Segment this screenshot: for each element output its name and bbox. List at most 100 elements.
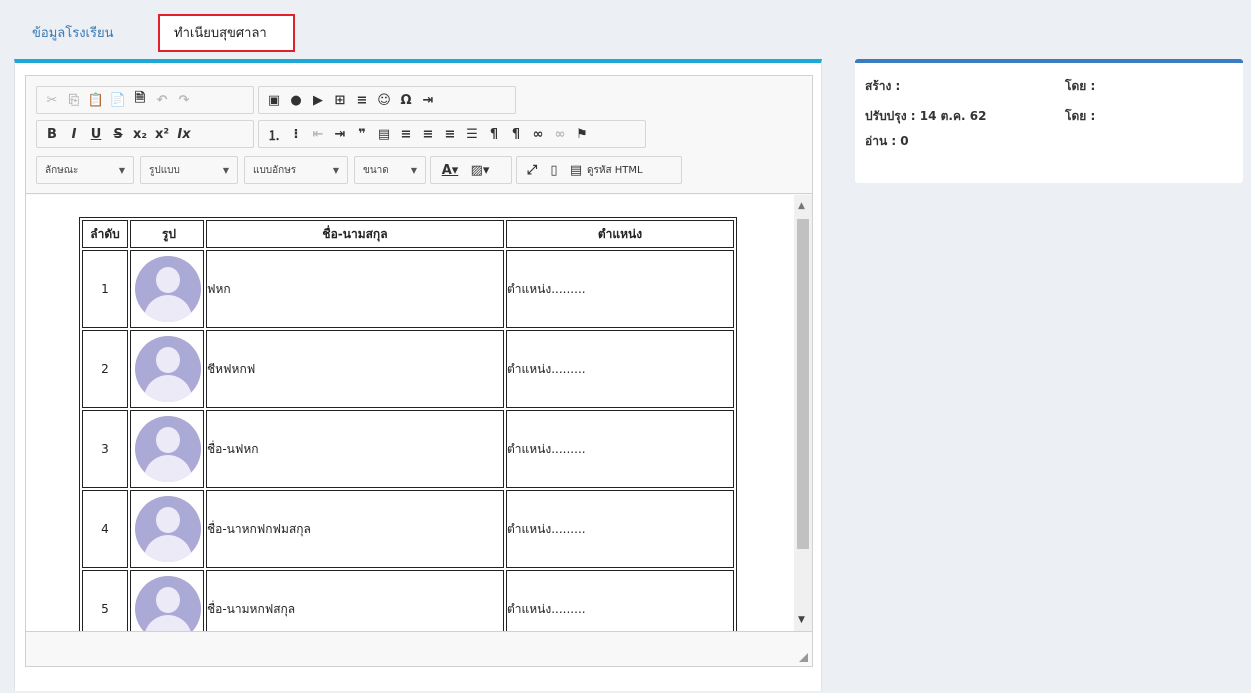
remove-format-icon[interactable]: Ix — [173, 123, 195, 145]
photo-cell — [130, 250, 204, 328]
tab-health-registry[interactable]: ทำเนียบสุขศาลา — [158, 14, 295, 52]
italic-icon[interactable]: I — [63, 123, 85, 145]
undo-icon[interactable]: ↶ — [151, 89, 173, 111]
created-by-label: โดย : — [1065, 79, 1096, 93]
copy-icon[interactable]: ⎘ — [63, 89, 85, 111]
view-source-button[interactable]: ดูรหัส HTML — [587, 163, 643, 178]
avatar-placeholder-icon — [135, 416, 201, 482]
staff-table: ลำดับ รูป ชื่อ-นามสกุล ตำแหน่ง 1 ฟหก ตำแ… — [79, 217, 737, 631]
blockquote-icon[interactable]: ❞ — [351, 123, 373, 145]
scroll-up-icon[interactable]: ▲ — [798, 201, 805, 211]
bold-icon[interactable]: B — [41, 123, 63, 145]
editor-toolbar: ✂ ⎘ 📋 📄 🗎 ↶ ↷ ▣ ● ▶ ⊞ ≡ ☺ Ω ⇥ B I U S x₂… — [26, 76, 812, 194]
table-row: 4 ชื่อ-นาหกฟกฟมสกุล ตำแหน่ง......... — [82, 490, 734, 568]
paste-icon[interactable]: 📋 — [85, 89, 107, 111]
format-dropdown[interactable]: รูปแบบ ▼ — [140, 156, 238, 184]
strike-icon[interactable]: S — [107, 123, 129, 145]
main-panel: ✂ ⎘ 📋 📄 🗎 ↶ ↷ ▣ ● ▶ ⊞ ≡ ☺ Ω ⇥ B I U S x₂… — [14, 59, 822, 691]
align-center-icon[interactable]: ≡ — [417, 123, 439, 145]
rtl-icon[interactable]: ¶ — [505, 123, 527, 145]
unlink-icon[interactable]: ∞ — [549, 123, 571, 145]
info-panel: สร้าง : โดย : ปรับปรุง : 14 ต.ค. 62 โดย … — [855, 59, 1243, 183]
table-row: 5 ชื่อ-นามหกฟสกุล ตำแหน่ง......... — [82, 570, 734, 631]
row-number: 5 — [82, 570, 128, 631]
youtube-icon[interactable]: ▶ — [307, 89, 329, 111]
clipboard-group: ✂ ⎘ 📋 📄 🗎 ↶ ↷ — [36, 86, 254, 114]
paragraph-group: ⒈ ⁝ ⇤ ⇥ ❞ ▤ ≡ ≡ ≡ ☰ ¶ ¶ ∞ ∞ ⚑ — [258, 120, 646, 148]
position-cell: ตำแหน่ง......... — [506, 330, 734, 408]
div-icon[interactable]: ▤ — [373, 123, 395, 145]
name-cell: ชีหฟหกฟ — [206, 330, 504, 408]
superscript-icon[interactable]: x² — [151, 123, 173, 145]
text-color-icon[interactable]: A▾ — [435, 159, 465, 181]
row-number: 3 — [82, 410, 128, 488]
scroll-thumb[interactable] — [797, 219, 809, 549]
header-name: ชื่อ-นามสกุล — [206, 220, 504, 248]
position-cell: ตำแหน่ง......... — [506, 490, 734, 568]
flash-icon[interactable]: ● — [285, 89, 307, 111]
editor-content[interactable]: ลำดับ รูป ชื่อ-นามสกุล ตำแหน่ง 1 ฟหก ตำแ… — [26, 195, 812, 631]
updated-by-label: โดย : — [1065, 109, 1096, 123]
table-icon[interactable]: ⊞ — [329, 89, 351, 111]
row-number: 4 — [82, 490, 128, 568]
style-dropdown-label: ลักษณะ — [45, 164, 79, 176]
editor-scrollbar[interactable]: ▲ ▼ — [794, 195, 812, 631]
row-number: 2 — [82, 330, 128, 408]
special-char-icon[interactable]: Ω — [395, 89, 417, 111]
align-left-icon[interactable]: ≡ — [395, 123, 417, 145]
font-dropdown-label: แบบอักษร — [253, 164, 297, 176]
header-picture: รูป — [130, 220, 204, 248]
ltr-icon[interactable]: ¶ — [483, 123, 505, 145]
rich-text-editor: ✂ ⎘ 📋 📄 🗎 ↶ ↷ ▣ ● ▶ ⊞ ≡ ☺ Ω ⇥ B I U S x₂… — [25, 75, 813, 667]
bullet-list-icon[interactable]: ⁝ — [285, 123, 307, 145]
format-dropdown-label: รูปแบบ — [149, 164, 180, 176]
cut-icon[interactable]: ✂ — [41, 89, 63, 111]
outdent-icon[interactable]: ⇤ — [307, 123, 329, 145]
paste-text-icon[interactable]: 📄 — [107, 89, 129, 111]
header-no: ลำดับ — [82, 220, 128, 248]
resize-handle-icon[interactable] — [799, 653, 808, 662]
font-dropdown[interactable]: แบบอักษร ▼ — [244, 156, 348, 184]
table-row: 2 ชีหฟหกฟ ตำแหน่ง......... — [82, 330, 734, 408]
anchor-flag-icon[interactable]: ⚑ — [571, 123, 593, 145]
style-dropdown[interactable]: ลักษณะ ▼ — [36, 156, 134, 184]
paste-word-icon[interactable]: 🗎 — [129, 89, 151, 111]
color-group: A▾ ▨▾ — [430, 156, 512, 184]
redo-icon[interactable]: ↷ — [173, 89, 195, 111]
link-icon[interactable]: ∞ — [527, 123, 549, 145]
source-icon[interactable]: ▤ — [565, 159, 587, 181]
align-justify-icon[interactable]: ☰ — [461, 123, 483, 145]
view-group: ⤢ ▯ ▤ ดูรหัส HTML — [516, 156, 682, 184]
editor-statusbar — [26, 631, 812, 666]
bg-color-icon[interactable]: ▨▾ — [465, 159, 495, 181]
numbered-list-icon[interactable]: ⒈ — [263, 123, 285, 145]
avatar-placeholder-icon — [135, 496, 201, 562]
subscript-icon[interactable]: x₂ — [129, 123, 151, 145]
read-count-label: อ่าน : 0 — [865, 134, 909, 148]
table-header-row: ลำดับ รูป ชื่อ-นามสกุล ตำแหน่ง — [82, 220, 734, 248]
image-icon[interactable]: ▣ — [263, 89, 285, 111]
avatar-placeholder-icon — [135, 336, 201, 402]
created-label: สร้าง : — [865, 79, 901, 93]
position-cell: ตำแหน่ง......... — [506, 570, 734, 631]
page-break-icon[interactable]: ⇥ — [417, 89, 439, 111]
show-blocks-icon[interactable]: ▯ — [543, 159, 565, 181]
maximize-icon[interactable]: ⤢ — [521, 159, 543, 181]
horizontal-line-icon[interactable]: ≡ — [351, 89, 373, 111]
align-right-icon[interactable]: ≡ — [439, 123, 461, 145]
scroll-down-icon[interactable]: ▼ — [798, 615, 805, 625]
chevron-down-icon: ▼ — [118, 165, 125, 175]
photo-cell — [130, 570, 204, 631]
name-cell: ฟหก — [206, 250, 504, 328]
smiley-icon[interactable]: ☺ — [373, 89, 395, 111]
indent-icon[interactable]: ⇥ — [329, 123, 351, 145]
underline-icon[interactable]: U — [85, 123, 107, 145]
table-row: 1 ฟหก ตำแหน่ง......... — [82, 250, 734, 328]
position-cell: ตำแหน่ง......... — [506, 410, 734, 488]
avatar-placeholder-icon — [135, 256, 201, 322]
name-cell: ชื่อ-นฟหก — [206, 410, 504, 488]
size-dropdown[interactable]: ขนาด ▼ — [354, 156, 426, 184]
row-number: 1 — [82, 250, 128, 328]
photo-cell — [130, 330, 204, 408]
tab-school-info[interactable]: ข้อมูลโรงเรียน — [32, 24, 113, 44]
